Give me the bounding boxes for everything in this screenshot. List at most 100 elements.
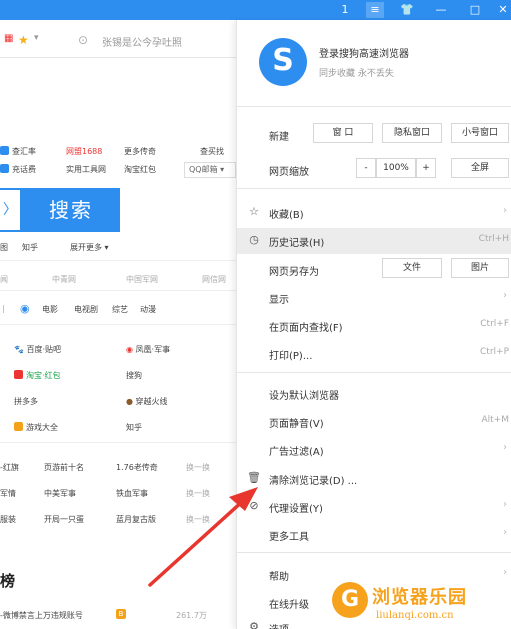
video-icon: ◉ bbox=[20, 302, 30, 315]
site-link[interactable]: ◉ 凤凰·军事 bbox=[126, 344, 170, 355]
chevron-right-icon: › bbox=[503, 527, 507, 538]
site-link[interactable]: 游戏大全 bbox=[14, 422, 58, 433]
menu-item-more-tools[interactable]: 更多工具 bbox=[269, 528, 309, 543]
menu-item-mute[interactable]: 页面静音(V) bbox=[269, 415, 324, 430]
nav-tab[interactable]: 中青网 bbox=[52, 274, 76, 285]
hot-link[interactable]: 军情 bbox=[0, 488, 16, 499]
star-icon[interactable]: ★ bbox=[18, 33, 29, 47]
search-suggestion[interactable]: 张锡是公今孕吐照 bbox=[102, 34, 182, 49]
sub-link[interactable]: 图 bbox=[0, 242, 8, 253]
search-input[interactable]: 〉 bbox=[0, 188, 22, 232]
watermark: G 浏览器乐园 liulanqi.com.cn bbox=[332, 580, 511, 629]
menu-item-find[interactable]: 在页面内查找(F) bbox=[269, 319, 343, 334]
star-outline-icon: ☆ bbox=[249, 205, 259, 218]
maximize-icon[interactable]: □ bbox=[466, 2, 484, 18]
quick-link[interactable]: 更多传奇 bbox=[124, 146, 156, 157]
menu-item-history[interactable]: 历史记录(H) bbox=[269, 234, 324, 249]
search-icon: ⊙ bbox=[78, 33, 89, 47]
divider bbox=[0, 290, 236, 291]
media-link[interactable]: 动漫 bbox=[140, 304, 156, 315]
menu-separator bbox=[237, 188, 511, 189]
grid-icon[interactable]: ▦ bbox=[4, 33, 13, 44]
new-window-button[interactable]: 窗 口 bbox=[313, 123, 373, 143]
refresh-link[interactable]: 换一换 bbox=[186, 514, 210, 525]
site-link[interactable]: ● 穿越火线 bbox=[126, 396, 168, 407]
proxy-icon: ⊘ bbox=[249, 499, 259, 512]
hot-link[interactable]: 服装 bbox=[0, 514, 16, 525]
menu-item-proxy[interactable]: 代理设置(Y) bbox=[269, 500, 323, 515]
quick-link[interactable]: 查买找 bbox=[200, 146, 224, 157]
chevron-right-icon: › bbox=[503, 499, 507, 510]
nav-tab[interactable]: 中国军网 bbox=[126, 274, 158, 285]
hot-link[interactable]: 1.76老传奇 bbox=[116, 462, 158, 473]
quick-link[interactable]: 网盟1688 bbox=[66, 146, 102, 157]
address-bar: ▦ ★ ▾ ⊙ 张锡是公今孕吐照 bbox=[0, 20, 236, 58]
menu-separator bbox=[237, 372, 511, 373]
sogou-logo-icon: S bbox=[259, 38, 307, 86]
nav-tab[interactable]: 闻 bbox=[0, 274, 8, 285]
menu-item-bookmarks[interactable]: 收藏(B) bbox=[269, 206, 304, 221]
refresh-link[interactable]: 换一换 bbox=[186, 462, 210, 473]
zoom-out-button[interactable]: - bbox=[356, 158, 376, 178]
sidebar-toggle-icon[interactable]: 1 bbox=[336, 2, 354, 18]
new-label: 新建 bbox=[269, 132, 289, 143]
login-title[interactable]: 登录搜狗高速浏览器 bbox=[319, 45, 409, 60]
menu-item-display[interactable]: 显示 bbox=[269, 291, 289, 306]
history-clock-icon: ◷ bbox=[249, 233, 259, 246]
media-link[interactable]: 电视剧 bbox=[74, 304, 98, 315]
media-link[interactable]: 电影 bbox=[42, 304, 58, 315]
chevron-down-icon[interactable]: ▾ bbox=[34, 33, 39, 43]
menu-item-upgrade[interactable]: 在线升级 bbox=[269, 596, 309, 611]
nav-tab[interactable]: 网信网 bbox=[202, 274, 226, 285]
chevron-right-icon: › bbox=[503, 205, 507, 216]
quick-link[interactable]: 淘宝红包 bbox=[124, 164, 156, 175]
divider bbox=[0, 442, 236, 443]
quick-link[interactable]: 查汇率 bbox=[0, 146, 36, 157]
site-link[interactable]: 拼多多 bbox=[14, 396, 38, 407]
hot-link[interactable]: 铁血军事 bbox=[116, 488, 148, 499]
media-link[interactable]: 综艺 bbox=[112, 304, 128, 315]
zoom-in-button[interactable]: + bbox=[416, 158, 436, 178]
menu-item-options[interactable]: 选项 bbox=[269, 621, 289, 629]
site-link[interactable]: 搜狗 bbox=[126, 370, 142, 381]
new-alt-window-button[interactable]: 小号窗口 bbox=[451, 123, 509, 143]
sub-link[interactable]: 展开更多 ▾ bbox=[70, 242, 109, 253]
quick-link[interactable]: 充话费 bbox=[0, 164, 36, 175]
menu-item-print[interactable]: 打印(P)... bbox=[269, 347, 312, 362]
menu-item-clear-history[interactable]: 清除浏览记录(D) ... bbox=[269, 472, 357, 487]
minimize-icon[interactable]: — bbox=[432, 2, 450, 18]
quick-link[interactable]: 实用工具网 bbox=[66, 164, 106, 175]
hot-link[interactable]: 中美军事 bbox=[44, 488, 76, 499]
save-as-file-button[interactable]: 文件 bbox=[382, 258, 442, 278]
search-button[interactable]: 搜索 bbox=[22, 188, 120, 232]
hot-link[interactable]: -红旗 bbox=[0, 462, 19, 473]
new-private-window-button[interactable]: 隐私窗口 bbox=[382, 123, 442, 143]
menu-item-set-default[interactable]: 设为默认浏览器 bbox=[269, 387, 339, 402]
menu-item-help[interactable]: 帮助 bbox=[269, 568, 289, 583]
fullscreen-button[interactable]: 全屏 bbox=[451, 158, 509, 178]
news-item[interactable]: -微博禁言上万违规账号 bbox=[0, 610, 83, 621]
divider bbox=[0, 260, 236, 261]
refresh-link[interactable]: 换一换 bbox=[186, 488, 210, 499]
divider bbox=[0, 324, 236, 325]
site-link[interactable]: 🐾 百度·贴吧 bbox=[14, 344, 61, 355]
hot-link[interactable]: 开局一只蛋 bbox=[44, 514, 84, 525]
site-link[interactable]: 知乎 bbox=[126, 422, 142, 433]
menu-icon[interactable]: ≡ bbox=[366, 2, 384, 18]
email-select[interactable]: QQ邮箱 ▾ bbox=[184, 162, 236, 178]
shortcut-find: Ctrl+F bbox=[480, 319, 509, 329]
hot-link[interactable]: 页游前十名 bbox=[44, 462, 84, 473]
skin-icon[interactable]: 👕 bbox=[398, 2, 416, 18]
account-header[interactable]: S 登录搜狗高速浏览器 同步收藏 永不丢失 bbox=[237, 20, 511, 100]
watermark-logo-icon: G bbox=[332, 582, 368, 618]
menu-item-ad-filter[interactable]: 广告过滤(A) bbox=[269, 443, 324, 458]
menu-item-save-as[interactable]: 网页另存为 bbox=[269, 263, 319, 278]
chevron-right-icon: › bbox=[503, 290, 507, 301]
site-link[interactable]: 淘宝·红包 bbox=[14, 370, 61, 381]
sub-link[interactable]: 知乎 bbox=[22, 242, 38, 253]
close-icon[interactable]: ✕ bbox=[494, 2, 511, 18]
news-count: 261.7万 bbox=[176, 611, 207, 620]
save-as-image-button[interactable]: 图片 bbox=[451, 258, 509, 278]
zoom-value: 100% bbox=[376, 158, 416, 178]
hot-link[interactable]: 蓝月复古版 bbox=[116, 514, 156, 525]
